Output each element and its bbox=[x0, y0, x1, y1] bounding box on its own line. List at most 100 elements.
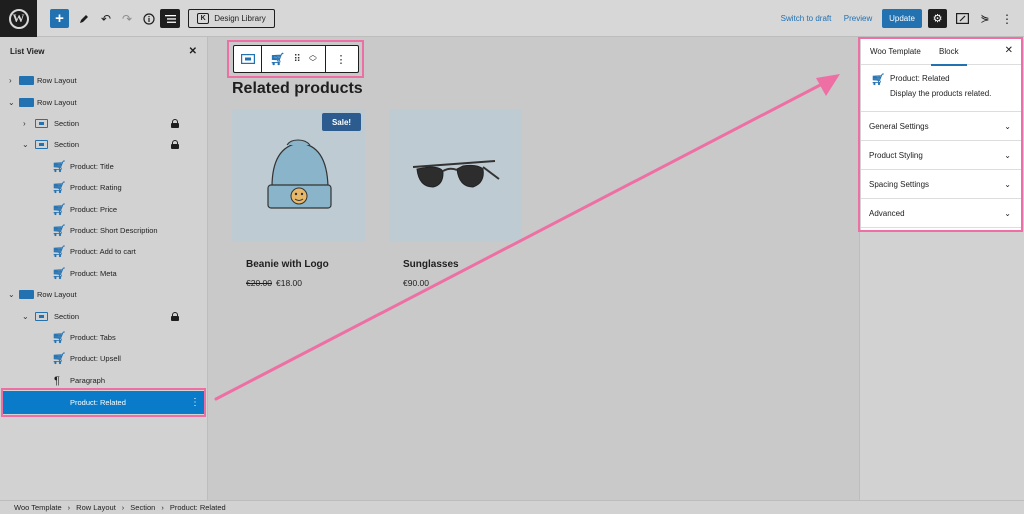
highlight-box-settings bbox=[858, 37, 1023, 232]
vertical-ellipsis-icon: ⋮ bbox=[1001, 11, 1013, 26]
list-item-label: Product: Price bbox=[70, 205, 118, 214]
section-icon bbox=[35, 311, 48, 322]
update-button[interactable]: Update bbox=[882, 9, 922, 28]
design-library-button[interactable]: K Design Library bbox=[188, 9, 275, 28]
paragraph-icon: ¶ bbox=[54, 374, 60, 387]
breadcrumb: Woo Template › Row Layout › Section › Pr… bbox=[0, 500, 1024, 514]
cart-icon: 🛒︎ bbox=[52, 353, 66, 365]
list-item-section-1[interactable]: › Section bbox=[0, 113, 208, 134]
list-item-row-layout-1[interactable]: › Row Layout bbox=[0, 70, 208, 91]
design-library-label: Design Library bbox=[214, 14, 266, 23]
breadcrumb-item[interactable]: Row Layout bbox=[76, 503, 116, 512]
add-block-button[interactable]: + bbox=[50, 9, 69, 28]
kadence-k-icon: ⋟ bbox=[980, 13, 990, 25]
list-item-product-title[interactable]: 🛒︎ Product: Title bbox=[0, 156, 208, 177]
list-item-label: Section bbox=[54, 119, 80, 128]
switch-to-draft-button[interactable]: Switch to draft bbox=[778, 9, 834, 28]
cart-icon: 🛒︎ bbox=[52, 225, 66, 237]
chevron-down-icon[interactable]: ⌄ bbox=[22, 140, 29, 149]
list-item-label: Row Layout bbox=[37, 98, 77, 107]
preview-button[interactable]: Preview bbox=[842, 9, 874, 28]
chevron-right-icon: › bbox=[67, 503, 71, 512]
related-products-heading: Related products bbox=[232, 80, 363, 97]
wordpress-icon: W bbox=[8, 8, 29, 29]
undo-button[interactable]: ↶ bbox=[98, 9, 114, 28]
row-layout-icon bbox=[19, 97, 34, 108]
list-view-toggle-button[interactable] bbox=[160, 9, 180, 28]
cart-icon: 🛒︎ bbox=[52, 161, 66, 173]
list-item-row-layout-2[interactable]: ⌄ Row Layout bbox=[0, 92, 208, 113]
chevron-right-icon[interactable]: › bbox=[23, 119, 26, 128]
highlight-box-list-item bbox=[1, 388, 206, 417]
list-view-icon bbox=[164, 14, 176, 23]
product-image-sunglasses[interactable] bbox=[389, 109, 522, 242]
editor-top-toolbar: W + ↶ ↷ K Design Library Switch to draft… bbox=[0, 0, 1024, 37]
list-item-label: Product: Title bbox=[70, 162, 114, 171]
section-icon bbox=[35, 139, 48, 150]
product-name[interactable]: Sunglasses bbox=[403, 259, 459, 270]
list-item-product-short-description[interactable]: 🛒︎ Product: Short Description bbox=[0, 220, 208, 241]
row-layout-icon bbox=[19, 289, 34, 300]
list-item-label: Product: Add to cart bbox=[70, 247, 136, 256]
lock-icon bbox=[171, 119, 179, 128]
list-item-product-rating[interactable]: 🛒︎ Product: Rating bbox=[0, 177, 208, 198]
cart-icon: 🛒︎ bbox=[52, 332, 66, 344]
cart-icon: 🛒︎ bbox=[52, 182, 66, 194]
kadence-blocks-button[interactable]: ⋟ bbox=[977, 9, 993, 28]
list-item-label: Section bbox=[54, 140, 80, 149]
chevron-down-icon[interactable]: ⌄ bbox=[8, 290, 15, 299]
row-layout-icon bbox=[19, 75, 34, 86]
options-button[interactable]: ⋮ bbox=[1000, 9, 1014, 28]
document-view-icon bbox=[955, 13, 969, 24]
cart-icon: 🛒︎ bbox=[52, 268, 66, 280]
redo-button[interactable]: ↷ bbox=[119, 9, 135, 28]
list-item-label: Paragraph bbox=[70, 376, 106, 385]
details-button[interactable] bbox=[141, 9, 157, 28]
list-item-label: Row Layout bbox=[37, 76, 77, 85]
list-item-product-price[interactable]: 🛒︎ Product: Price bbox=[0, 199, 208, 220]
chevron-right-icon[interactable]: › bbox=[9, 76, 12, 85]
list-view-title: List View bbox=[10, 47, 45, 56]
highlight-box-block-toolbar bbox=[227, 40, 364, 78]
list-item-product-meta[interactable]: 🛒︎ Product: Meta bbox=[0, 263, 208, 284]
kadence-icon: K bbox=[197, 13, 210, 24]
info-icon bbox=[143, 12, 155, 25]
breadcrumb-item[interactable]: Woo Template bbox=[14, 503, 62, 512]
lock-icon bbox=[171, 140, 179, 149]
breadcrumb-item: Product: Related bbox=[169, 503, 226, 512]
chevron-down-icon[interactable]: ⌄ bbox=[22, 312, 29, 321]
close-icon[interactable]: ✕ bbox=[189, 46, 197, 57]
settings-toggle-button[interactable]: ⚙ bbox=[928, 9, 947, 28]
tools-button[interactable] bbox=[76, 9, 92, 28]
wordpress-logo-button[interactable]: W bbox=[0, 0, 37, 37]
list-item-row-layout-3[interactable]: ⌄ Row Layout bbox=[0, 284, 208, 305]
plus-icon: + bbox=[55, 10, 64, 27]
list-item-product-add-to-cart[interactable]: 🛒︎ Product: Add to cart bbox=[0, 241, 208, 262]
list-item-section-3[interactable]: ⌄ Section bbox=[0, 306, 208, 327]
sunglasses-image bbox=[412, 160, 500, 188]
product-price: €90.00 bbox=[403, 278, 429, 288]
product-old-price: €20.00 bbox=[246, 278, 272, 288]
list-item-product-upsell[interactable]: 🛒︎ Product: Upsell bbox=[0, 348, 208, 369]
chevron-right-icon: › bbox=[161, 503, 164, 512]
section-icon bbox=[35, 118, 48, 129]
lock-icon bbox=[171, 312, 179, 321]
list-item-label: Product: Short Description bbox=[70, 226, 158, 235]
undo-icon: ↶ bbox=[100, 11, 112, 26]
redo-icon: ↷ bbox=[121, 11, 133, 26]
breadcrumb-item[interactable]: Section bbox=[130, 503, 155, 512]
list-item-label: Product: Tabs bbox=[70, 333, 116, 342]
cart-icon: 🛒︎ bbox=[52, 204, 66, 216]
gear-icon: ⚙ bbox=[932, 13, 943, 25]
chevron-down-icon[interactable]: ⌄ bbox=[8, 98, 15, 107]
cart-icon: 🛒︎ bbox=[52, 246, 66, 258]
list-item-section-2[interactable]: ⌄ Section bbox=[0, 134, 208, 155]
list-item-product-tabs[interactable]: 🛒︎ Product: Tabs bbox=[0, 327, 208, 348]
list-item-label: Product: Meta bbox=[70, 269, 117, 278]
pencil-icon bbox=[80, 14, 88, 23]
product-price: €20.00 €18.00 bbox=[246, 278, 302, 288]
view-toggle-button[interactable] bbox=[954, 9, 970, 28]
list-item-label: Section bbox=[54, 312, 80, 321]
product-name[interactable]: Beanie with Logo bbox=[246, 259, 329, 270]
product-sale-price: €18.00 bbox=[276, 278, 302, 288]
